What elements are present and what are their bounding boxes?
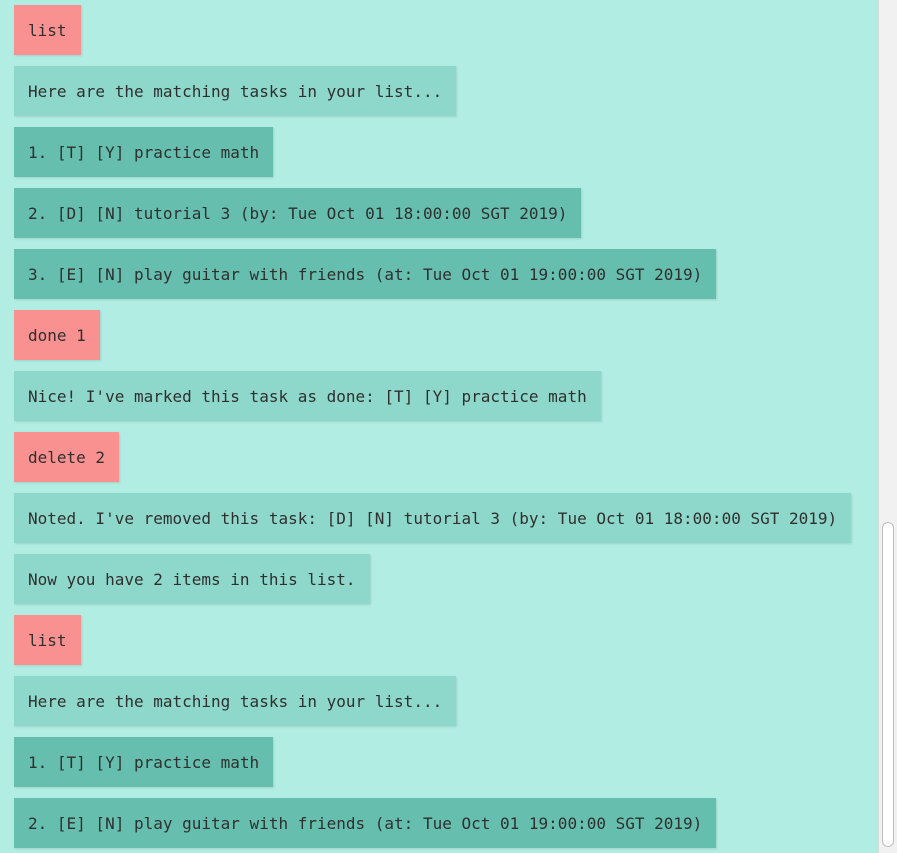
user-message: list [14, 5, 81, 55]
bot-message: Here are the matching tasks in your list… [14, 676, 457, 726]
user-message: delete 2 [14, 432, 120, 482]
vertical-scrollbar[interactable] [878, 0, 897, 853]
chat-window: list Here are the matching tasks in your… [0, 0, 897, 853]
task-item: 3. [E] [N] play guitar with friends (at:… [14, 249, 717, 299]
user-message: done 1 [14, 310, 100, 360]
bot-message: Noted. I've removed this task: [D] [N] t… [14, 493, 852, 543]
task-item: 1. [T] [Y] practice math [14, 127, 274, 177]
task-item: 2. [D] [N] tutorial 3 (by: Tue Oct 01 18… [14, 188, 582, 238]
scrollbar-thumb[interactable] [882, 522, 894, 847]
chat-area[interactable]: list Here are the matching tasks in your… [0, 0, 878, 853]
task-item: 2. [E] [N] play guitar with friends (at:… [14, 798, 717, 848]
task-item: 1. [T] [Y] practice math [14, 737, 274, 787]
bot-message: Nice! I've marked this task as done: [T]… [14, 371, 601, 421]
user-message: list [14, 615, 81, 665]
bot-message: Here are the matching tasks in your list… [14, 66, 457, 116]
bot-message: Now you have 2 items in this list. [14, 554, 370, 604]
